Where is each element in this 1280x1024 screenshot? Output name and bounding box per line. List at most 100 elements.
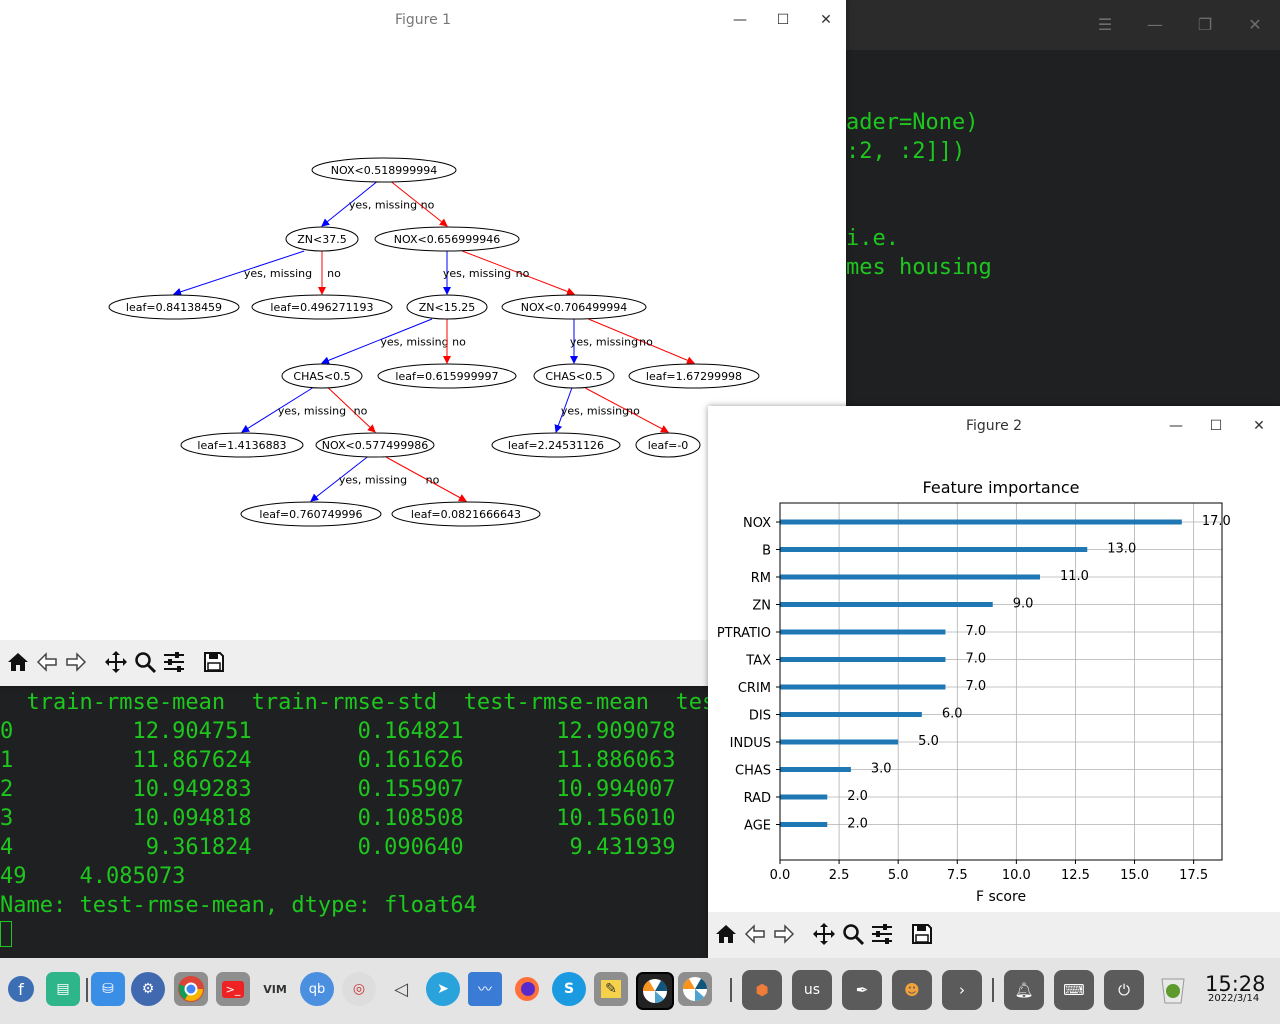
forward-button[interactable] (770, 920, 798, 948)
pen-tray-button[interactable]: ✒ (842, 970, 882, 1010)
floppy-disk-icon (912, 924, 932, 944)
tree-node-label: leaf=1.4136883 (197, 439, 286, 452)
bar (780, 684, 946, 690)
magnifier-icon (843, 924, 865, 946)
configure-button[interactable] (868, 920, 896, 948)
package-tray-button[interactable]: ⬢ (742, 970, 782, 1010)
svg-text:f: f (18, 980, 24, 999)
system-monitor-icon[interactable]: 〰 (468, 972, 502, 1006)
back-button[interactable] (33, 648, 61, 676)
bar (780, 602, 993, 607)
zoom-button[interactable] (131, 648, 159, 676)
fedora-launcher[interactable]: f (4, 972, 38, 1006)
x-tick-label: 7.5 (947, 868, 968, 883)
x-tick-label: 5.0 (888, 868, 909, 883)
telegram-icon[interactable]: ➤ (426, 972, 460, 1006)
maximize-button[interactable]: ☐ (769, 6, 797, 34)
bar-value-label: 17.0 (1202, 514, 1231, 529)
x-axis-label: F score (976, 889, 1026, 905)
bar-value-label: 7.0 (965, 679, 986, 694)
back-button[interactable] (741, 920, 769, 948)
code-line: ader=None) (846, 110, 979, 135)
bar (780, 547, 1088, 552)
matplotlib-logo (683, 977, 707, 1002)
move-icon (105, 651, 127, 673)
configure-button[interactable] (160, 648, 188, 676)
trash-icon[interactable] (1156, 972, 1190, 1006)
back-arrow-icon (36, 652, 57, 672)
firefox-icon[interactable] (510, 972, 544, 1006)
home-icon (716, 925, 736, 943)
pan-button[interactable] (810, 920, 838, 948)
toolbar (708, 912, 1280, 958)
figure-2-window[interactable]: Figure 2 — ☐ ✕ Feature importance F scor… (708, 406, 1280, 958)
keyboard-layout-button[interactable]: us (792, 970, 832, 1010)
code-line: i.e. (846, 226, 899, 251)
app-manager-icon[interactable]: ▤ (46, 972, 80, 1006)
onscreen-keyboard-button[interactable]: ⌨ (1054, 970, 1094, 1010)
y-tick-label: PTRATIO (717, 626, 771, 641)
matplotlib-window-1-icon[interactable] (636, 972, 674, 1010)
home-button[interactable] (4, 648, 32, 676)
save-button[interactable] (908, 920, 936, 948)
disc-burner-icon[interactable]: ◎ (342, 972, 376, 1006)
y-tick-label: NOX (743, 516, 771, 531)
close-button[interactable]: ✕ (1245, 412, 1273, 440)
forward-button[interactable] (62, 648, 90, 676)
tree-node-label: NOX<0.656999946 (394, 233, 500, 246)
tree-node-label: ZN<37.5 (297, 233, 346, 246)
vim-icon[interactable]: VIM (258, 972, 292, 1006)
x-tick-label: 0.0 (770, 868, 791, 883)
volume-icon[interactable]: ◁ (384, 972, 418, 1006)
tree-node-label: NOX<0.577499986 (322, 439, 428, 452)
notifications-button[interactable]: 🔔︎ (1004, 970, 1044, 1010)
tree-node-label: leaf=2.24531126 (508, 439, 604, 452)
yes-edge-label: yes, missing (443, 267, 511, 280)
menu-icon[interactable]: ☰ (1090, 10, 1120, 40)
settings-gear-icon[interactable]: ⚙ (131, 972, 165, 1006)
yes-edge-label: yes, missing (570, 336, 638, 349)
tree-node-label: CHAS<0.5 (545, 370, 602, 383)
terminal-app-icon[interactable]: >_ (216, 972, 250, 1006)
bar-value-label: 7.0 (965, 624, 986, 639)
home-button[interactable] (712, 920, 740, 948)
expand-tray-button[interactable]: › (942, 970, 982, 1010)
yes-edge-label: yes, missing (380, 336, 448, 349)
x-tick-label: 17.5 (1179, 868, 1208, 883)
bar-value-label: 11.0 (1060, 569, 1089, 584)
table-row: 3 10.094818 0.108508 10.156010 (0, 806, 676, 831)
bar (780, 519, 1182, 525)
close-button[interactable]: ✕ (812, 6, 840, 34)
yes-edge-label: yes, missing (244, 267, 312, 280)
firefox-logo (515, 977, 539, 1001)
save-button[interactable] (200, 648, 228, 676)
minimize-button[interactable]: — (1162, 412, 1190, 440)
restore-icon[interactable]: ❐ (1190, 10, 1220, 40)
tree-node-label: CHAS<0.5 (293, 370, 350, 383)
close-icon[interactable]: ✕ (1240, 10, 1270, 40)
app-tray-button[interactable]: ☻ (892, 970, 932, 1010)
chrome-logo (178, 976, 204, 1002)
tree-node-label: ZN<15.25 (419, 301, 475, 314)
matplotlib-window-2-icon[interactable] (678, 972, 712, 1006)
y-tick-label: INDUS (730, 736, 771, 751)
tree-node-label: leaf=0.84138459 (126, 301, 222, 314)
maximize-button[interactable]: ☐ (1202, 412, 1230, 440)
notes-icon[interactable]: ✎ (594, 972, 628, 1006)
move-icon (813, 923, 835, 945)
bar (780, 712, 922, 717)
terminal-cursor[interactable] (0, 921, 12, 947)
minimize-button[interactable]: — (726, 6, 754, 34)
y-tick-label: RAD (744, 791, 771, 806)
skype-icon[interactable]: S (552, 972, 586, 1006)
qbittorrent-icon[interactable]: qb (300, 972, 334, 1006)
minimize-icon[interactable]: — (1140, 10, 1170, 40)
zoom-button[interactable] (839, 920, 867, 948)
terminal-titlebar: ☰ — ❐ ✕ (846, 0, 1280, 50)
series-info: Name: test-rmse-mean, dtype: float64 (0, 893, 477, 918)
chrome-icon[interactable] (174, 972, 208, 1006)
package-manager-icon[interactable]: ⛁ (91, 972, 125, 1006)
y-tick-label: DIS (749, 709, 771, 724)
pan-button[interactable] (102, 648, 130, 676)
power-button[interactable]: ⏻ (1104, 970, 1144, 1010)
